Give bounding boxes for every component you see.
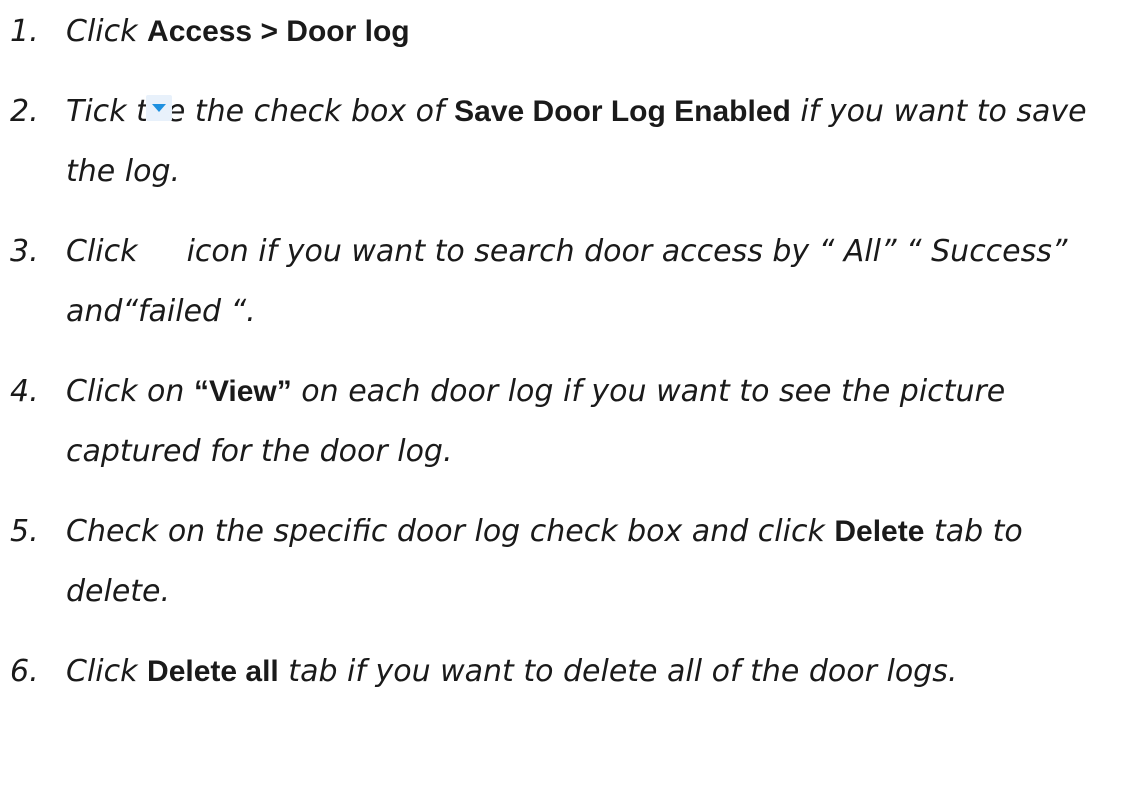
menu-path: Access > Door log [147,15,410,48]
step-number: 6. [10,654,39,689]
step-1: 1. Click Access > Door log [0,2,410,62]
step-5: 5. Check on the specific door log check b… [0,502,1023,562]
step-number: 1. [10,14,39,49]
step-text-tail: if you want to save [790,94,1087,129]
step-4-continuation: captured for the door log. [66,434,453,469]
step-number: 3. [10,234,39,269]
step-text: Check on the specific door log check box… [66,514,835,549]
step-text-tail: on each door log if you want to see the … [291,374,1006,409]
step-text: Click [66,654,148,689]
step-number: 5. [10,514,39,549]
step-text-tail: tab if you want to delete all of the doo… [278,654,958,689]
step-number: 4. [10,374,39,409]
setting-name: Save Door Log Enabled [454,95,791,128]
step-4: 4. Click on “View” on each door log if yo… [0,362,1005,422]
delete-label: Delete [834,515,925,548]
step-text-tail: icon if you want to search door access b… [177,234,1068,269]
step-6: 6. Click Delete all tab if you want to de… [0,642,957,702]
step-text: Click [66,14,148,49]
step-5-continuation: delete. [66,574,171,609]
step-text-tail: tab to [924,514,1023,549]
step-text: Tick the the check box of [66,94,455,129]
step-2-continuation: the log. [66,154,181,189]
dropdown-arrow-icon [146,95,172,121]
view-label: “View” [193,375,292,408]
step-text: Click on [66,374,194,409]
delete-all-label: Delete all [147,655,279,688]
step-3: 3. Click icon if you want to search door … [0,222,1067,282]
step-3-continuation: and“failed “. [66,294,256,329]
step-text: Click [66,234,148,269]
step-number: 2. [10,94,39,129]
